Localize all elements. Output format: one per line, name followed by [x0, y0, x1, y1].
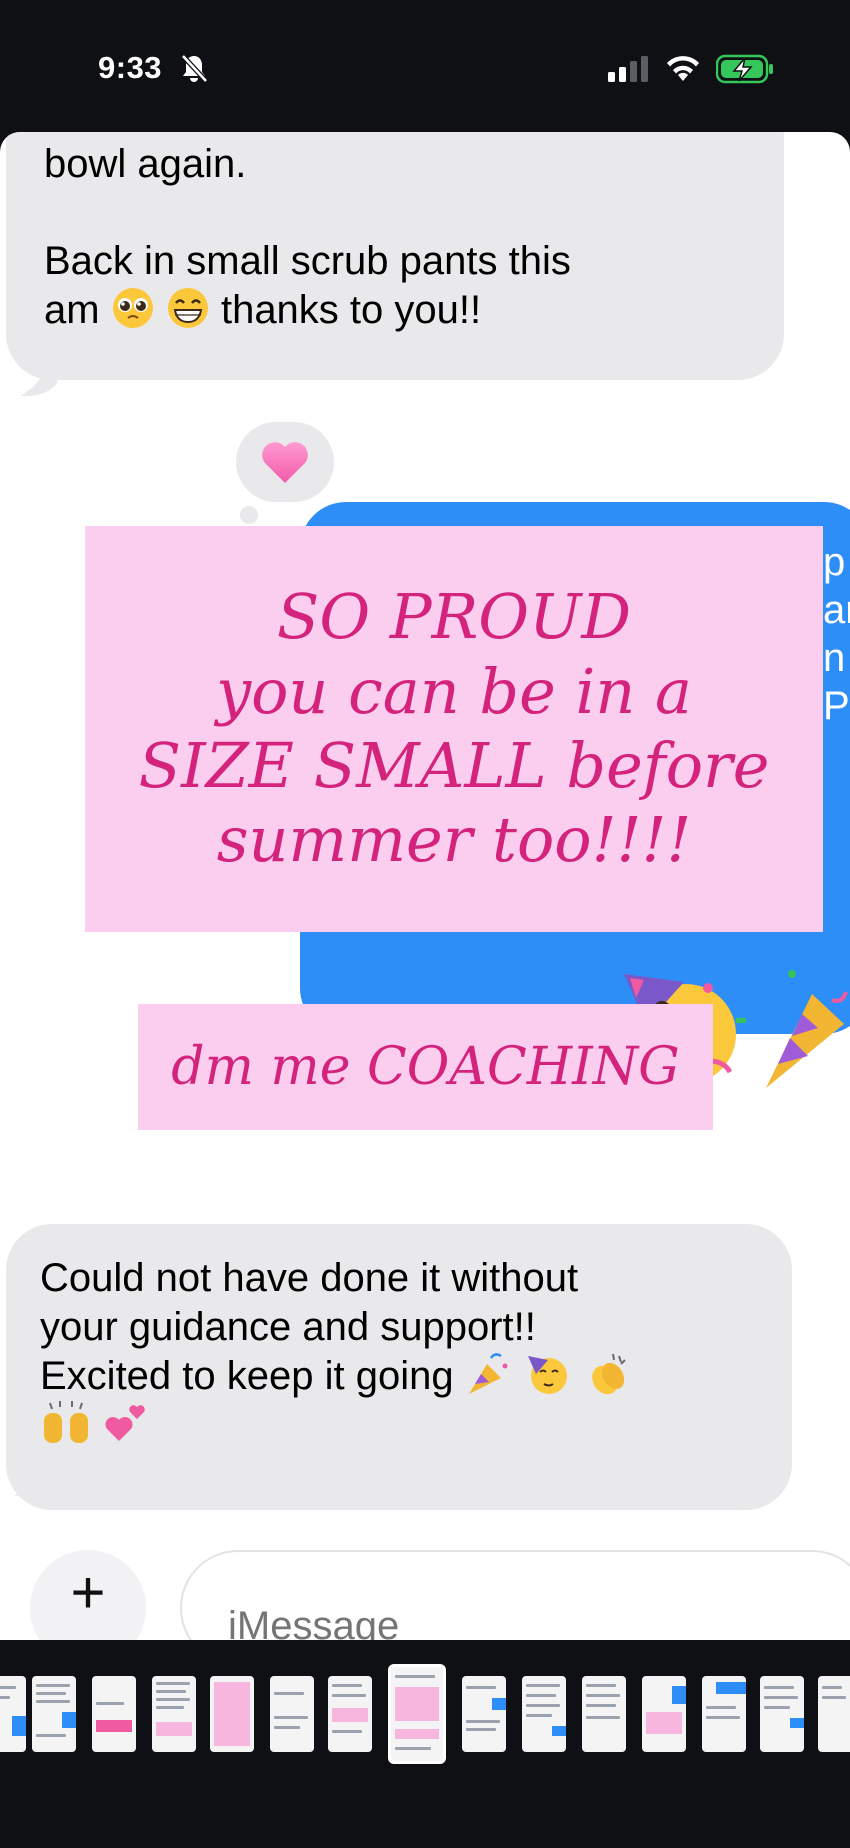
cta-text: dm me COACHING	[171, 1037, 680, 1097]
plus-icon: +	[70, 1559, 106, 1626]
thumbnail[interactable]	[92, 1676, 136, 1752]
promo-line: you can be in a	[216, 654, 692, 728]
thumbnail[interactable]	[210, 1676, 254, 1752]
pleading-face-icon	[112, 288, 153, 329]
thumbnail[interactable]	[270, 1676, 314, 1752]
blue-message-fragment: p ar n PE	[823, 538, 850, 730]
promo-line: summer too!!!!	[216, 803, 692, 877]
pink-heart-icon	[262, 442, 308, 483]
thumbnail[interactable]	[702, 1676, 746, 1752]
message-line: am	[44, 287, 100, 332]
wifi-icon	[667, 56, 699, 81]
fragment-line: ar	[823, 588, 850, 632]
imessage-input[interactable]	[180, 1550, 850, 1640]
status-bar: 9:33	[0, 0, 850, 132]
thumbnail[interactable]	[328, 1676, 372, 1752]
fragment-line: p	[823, 540, 846, 584]
composer-bar: +	[0, 1512, 850, 1640]
thumbnail-strip	[0, 1640, 850, 1848]
thumbnail[interactable]	[760, 1676, 804, 1752]
thumbnail[interactable]	[152, 1676, 196, 1752]
thumbnail[interactable]	[462, 1676, 506, 1752]
thumbnail[interactable]	[642, 1676, 686, 1752]
battery-charging-icon	[716, 54, 773, 84]
message-line: your guidance and support!!	[40, 1304, 536, 1349]
coaching-cta-card: dm me COACHING	[138, 1004, 713, 1130]
incoming-message[interactable]: Could not have done it without your guid…	[6, 1224, 792, 1510]
conversation[interactable]: bowl again. Back in small scrub pants th…	[0, 132, 850, 1640]
incoming-message[interactable]: bowl again. Back in small scrub pants th…	[6, 132, 784, 380]
thumbnail[interactable]	[0, 1676, 26, 1752]
bubble-tail	[14, 1462, 52, 1497]
add-attachment-button[interactable]: +	[30, 1550, 146, 1640]
bubble-tail	[20, 362, 58, 397]
clock: 9:33	[98, 50, 163, 85]
tapback-tail	[240, 506, 258, 524]
cellular-signal-icon	[608, 56, 648, 82]
message-text: Back in small scrub pants this am thanks…	[44, 237, 750, 335]
bell-slash-icon	[181, 54, 208, 83]
message-line: Could not have done it without	[40, 1256, 579, 1300]
thumbnail[interactable]	[522, 1676, 566, 1752]
thumbnail[interactable]	[818, 1676, 850, 1752]
promo-line: SO PROUD	[276, 580, 632, 654]
grinning-face-icon	[167, 288, 208, 329]
raising-hands-icon	[44, 1400, 88, 1443]
partying-face-icon	[527, 1356, 567, 1395]
party-popper-icon	[468, 1353, 508, 1395]
clapping-hands-icon	[592, 1353, 626, 1395]
thumbnail[interactable]	[32, 1676, 76, 1752]
promo-overlay-card: SO PROUD you can be in a SIZE SMALL befo…	[85, 526, 823, 932]
party-popper-icon	[766, 968, 848, 1088]
fragment-line: PE	[823, 684, 850, 728]
thumbnail-active[interactable]	[388, 1664, 446, 1764]
message-line-text: Excited to keep it going	[40, 1353, 454, 1398]
tapback-reaction[interactable]	[236, 422, 334, 502]
two-hearts-icon	[105, 1405, 145, 1441]
message-line: thanks to you!!	[220, 287, 482, 332]
thumbnail[interactable]	[582, 1676, 626, 1752]
message-line: Back in small scrub pants this	[44, 238, 571, 283]
message-text: bowl again.	[44, 142, 247, 186]
fragment-line: n	[823, 636, 846, 680]
message-line: Excited to keep it going	[40, 1352, 758, 1450]
promo-line: SIZE SMALL before	[138, 729, 770, 802]
